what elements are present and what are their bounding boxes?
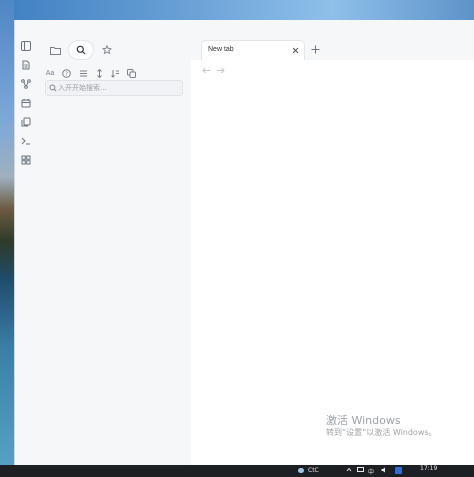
ime-label: 中	[368, 469, 375, 476]
match-case-icon[interactable]: Aa	[44, 67, 56, 79]
left-sidebar: Aa ?	[37, 20, 192, 465]
templates-icon[interactable]	[19, 115, 33, 129]
ribbon	[15, 20, 38, 465]
arrow-left-icon	[201, 67, 211, 74]
canvas-icon[interactable]	[19, 153, 33, 167]
tray-app-icon	[395, 467, 402, 474]
main-area: New tab	[191, 20, 474, 465]
new-note-icon[interactable]	[19, 58, 33, 72]
sidebar-toggle-icon[interactable]	[19, 39, 33, 53]
watermark-title: 激活 Windows	[326, 414, 401, 427]
plus-icon	[311, 45, 320, 54]
search-icon	[49, 84, 57, 92]
weather-icon	[298, 468, 304, 473]
command-palette-icon[interactable]	[19, 134, 33, 148]
chevron-up-icon	[346, 467, 352, 472]
desktop-wallpaper-top	[0, 0, 474, 20]
weather-text: CtC	[308, 467, 319, 474]
search-icon	[76, 45, 86, 55]
tab-bar: New tab	[191, 20, 474, 60]
expand-icon[interactable]	[93, 67, 105, 79]
arrow-right-icon	[216, 67, 225, 74]
watermark-subtitle: 转到“设置”以激活 Windows。	[326, 428, 437, 437]
tab-new-tab[interactable]: New tab	[201, 40, 305, 60]
speaker-icon[interactable]	[381, 467, 388, 473]
clock-time: 17:19	[420, 465, 438, 472]
search-input[interactable]	[58, 82, 176, 94]
sort-icon[interactable]	[77, 67, 89, 79]
star-icon	[102, 45, 112, 55]
app-window: Aa ? New tab	[14, 20, 474, 465]
copy-results-icon[interactable]	[125, 67, 137, 79]
graph-view-icon[interactable]	[19, 77, 33, 91]
tab-bookmarks[interactable]	[95, 41, 119, 59]
folder-icon	[49, 46, 61, 55]
explain-query-icon[interactable]: ?	[60, 67, 72, 79]
desktop-wallpaper-left	[0, 0, 14, 465]
app-tray-icon[interactable]	[395, 467, 402, 474]
forward-button[interactable]	[215, 65, 225, 75]
windows-activation-watermark: 激活 Windows 转到“设置”以激活 Windows。	[326, 414, 437, 439]
tab-file-explorer[interactable]	[43, 41, 67, 59]
collapse-icon[interactable]	[109, 67, 121, 79]
clock[interactable]: 17:19	[420, 465, 437, 472]
taskbar: CtC 中 17:19	[0, 465, 474, 477]
new-tab-button[interactable]	[309, 43, 321, 55]
daily-notes-icon[interactable]	[19, 96, 33, 110]
weather-widget[interactable]: CtC	[298, 467, 319, 474]
show-hidden-icons-button[interactable]	[346, 467, 352, 472]
network-icon[interactable]	[357, 467, 364, 473]
ime-indicator[interactable]: 中	[368, 467, 374, 476]
close-icon[interactable]	[290, 45, 300, 55]
tab-search[interactable]	[69, 41, 93, 59]
back-button[interactable]	[201, 65, 211, 75]
svg-text:?: ?	[65, 71, 68, 77]
search-field-container	[45, 80, 183, 96]
tab-title: New tab	[208, 46, 234, 53]
